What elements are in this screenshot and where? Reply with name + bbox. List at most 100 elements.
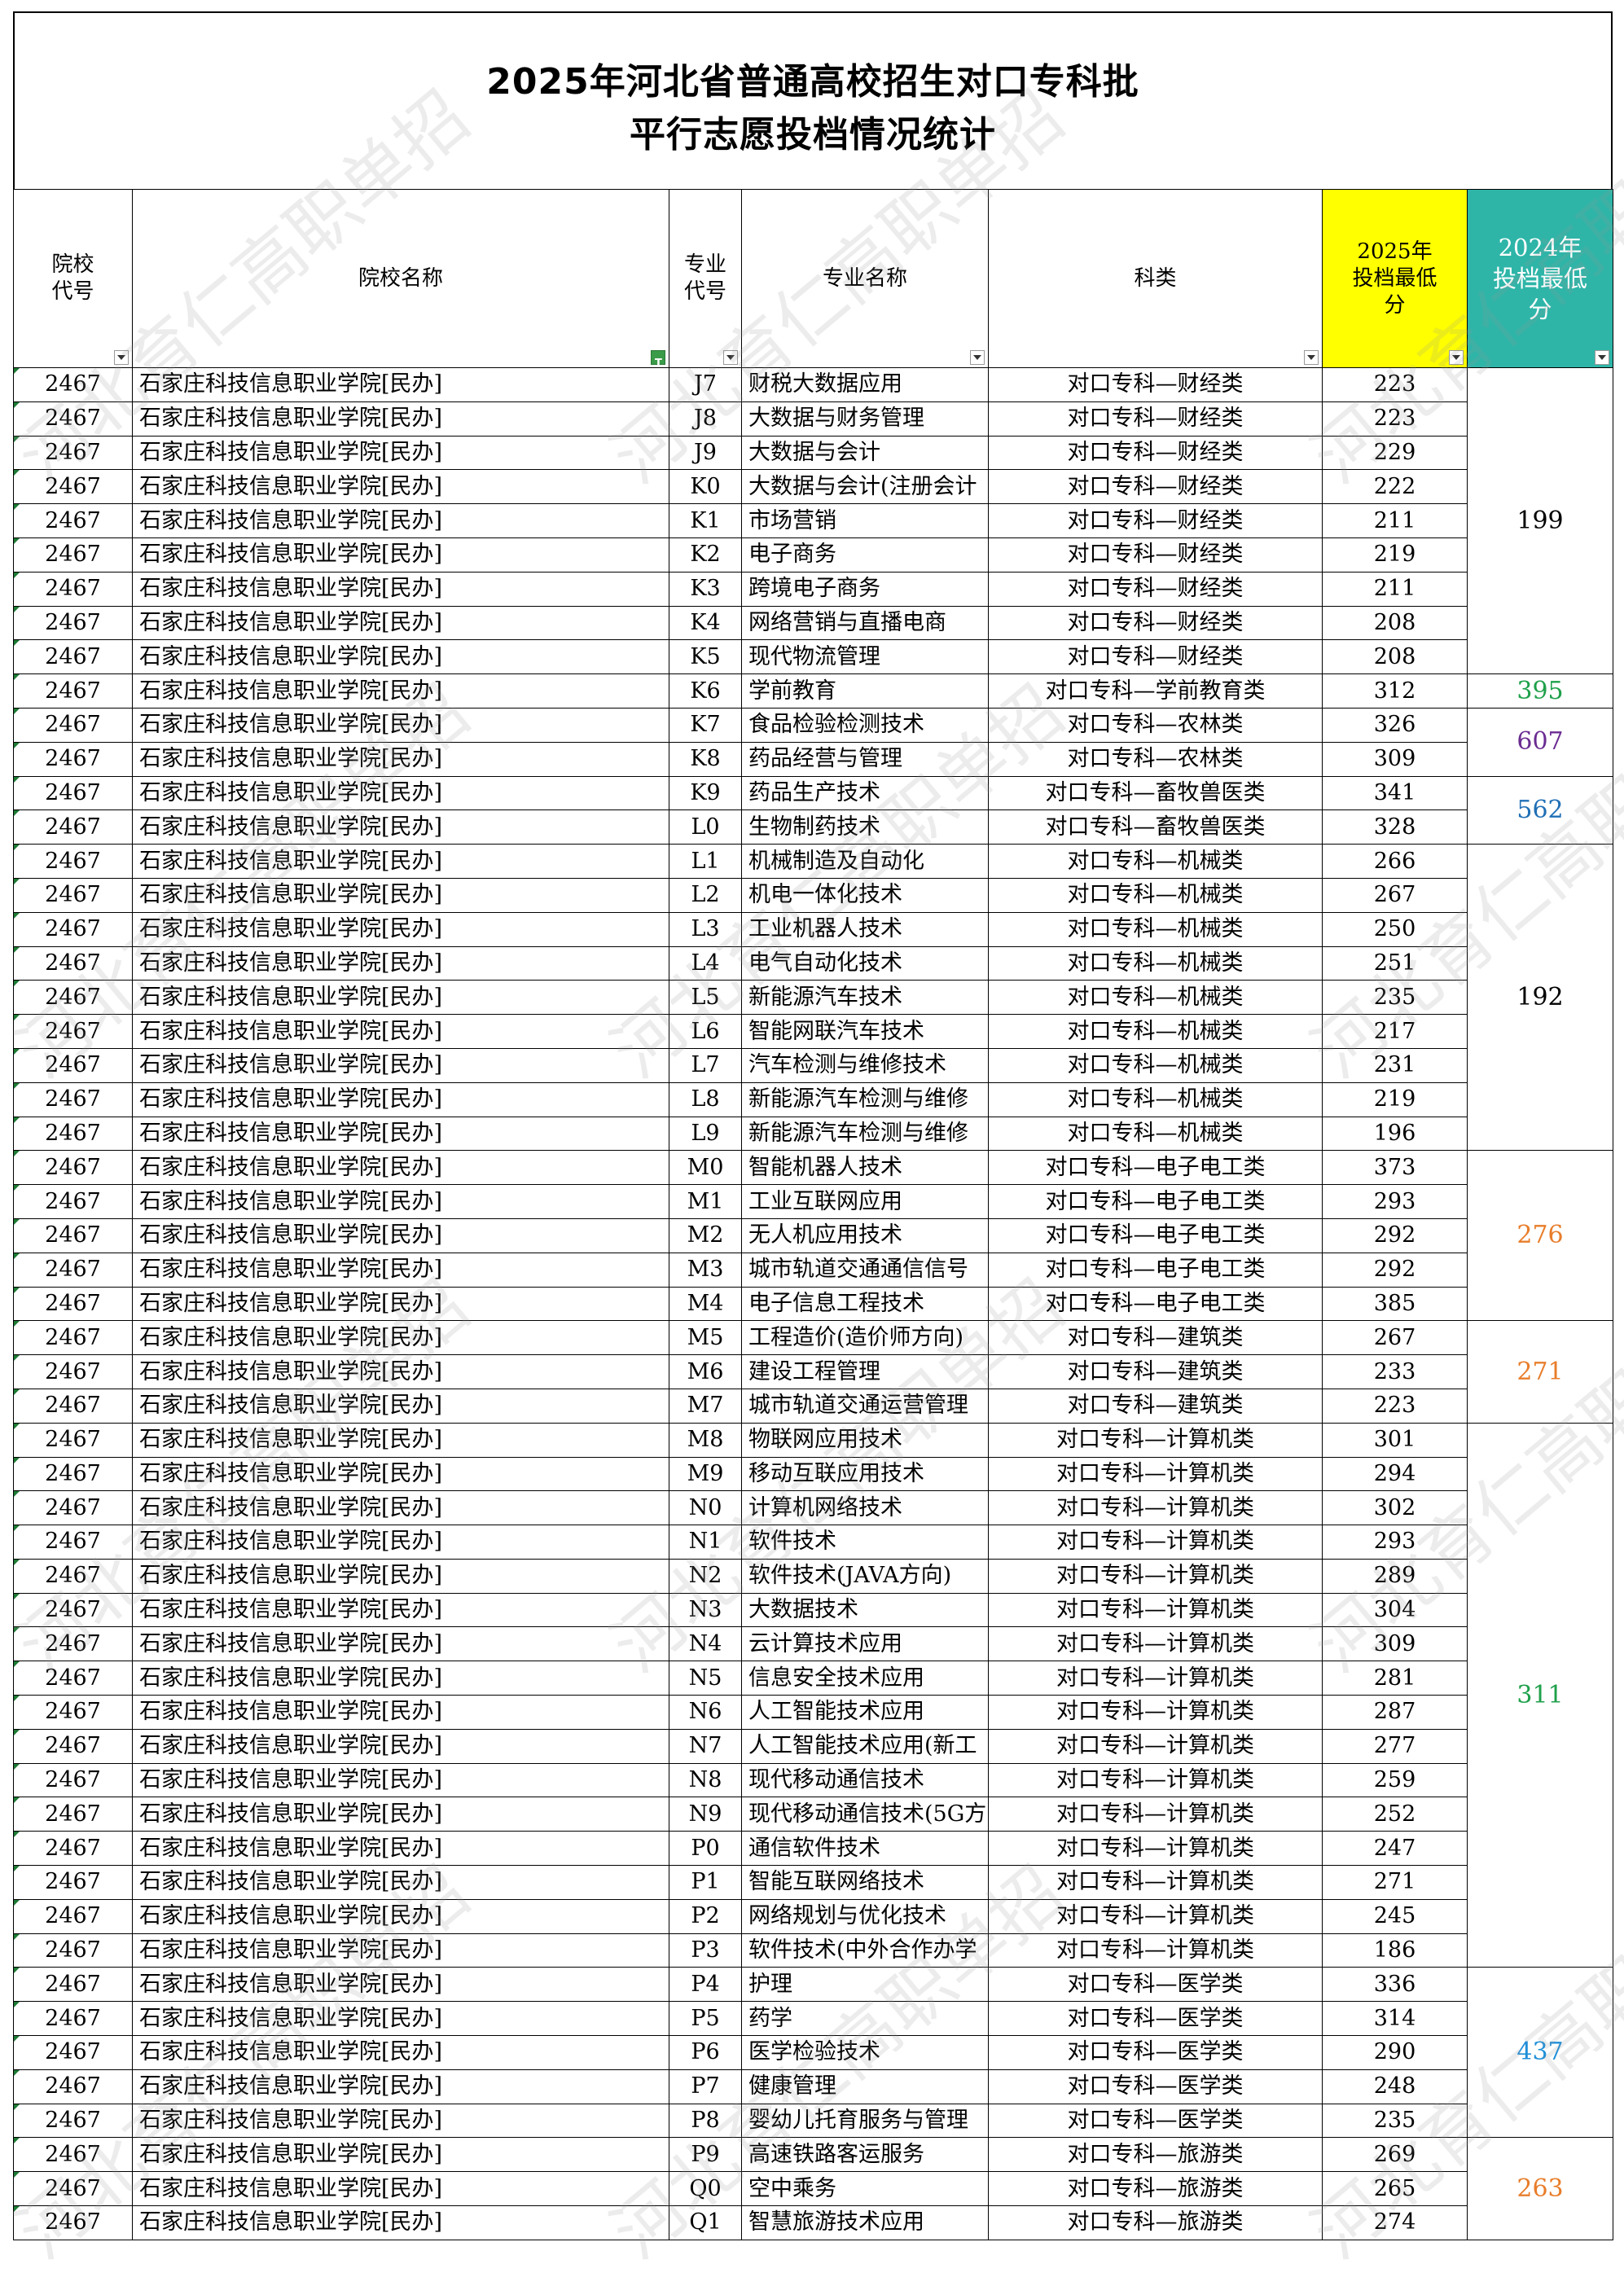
major-code-cell[interactable]: P7 <box>669 2069 742 2104</box>
school-code-cell[interactable]: 2467 <box>13 1933 133 1968</box>
table-row[interactable]: 2467 石家庄科技信息职业学院[民办] P5 药学 对口专科—医学类 314 <box>13 2001 1613 2037</box>
category-cell[interactable]: 对口专科—旅游类 <box>988 2205 1323 2240</box>
score-2025-cell[interactable]: 269 <box>1322 2137 1468 2173</box>
school-name-cell[interactable]: 石家庄科技信息职业学院[民办] <box>132 1898 669 1934</box>
table-row[interactable]: 2467 石家庄科技信息职业学院[民办] N1 软件技术 对口专科—计算机类 293 <box>13 1525 1613 1560</box>
score-2025-cell[interactable]: 292 <box>1322 1217 1468 1253</box>
category-cell[interactable]: 对口专科—学前教育类 <box>988 673 1323 709</box>
school-name-cell[interactable]: 石家庄科技信息职业学院[民办] <box>132 1116 669 1152</box>
category-cell[interactable]: 对口专科—机械类 <box>988 1116 1323 1152</box>
school-code-cell[interactable]: 2467 <box>13 435 133 471</box>
school-code-cell[interactable]: 2467 <box>13 1558 133 1594</box>
school-name-cell[interactable]: 石家庄科技信息职业学院[民办] <box>132 1728 669 1764</box>
score-2025-cell[interactable]: 267 <box>1322 1320 1468 1356</box>
score-2025-cell[interactable]: 304 <box>1322 1592 1468 1628</box>
major-name-cell[interactable]: 婴幼儿托育服务与管理 <box>741 2103 989 2139</box>
category-cell[interactable]: 对口专科—农林类 <box>988 741 1323 777</box>
table-row[interactable]: 2467 石家庄科技信息职业学院[民办] M7 城市轨道交通运营管理 对口专科—建筑类 2… <box>13 1388 1613 1424</box>
category-cell[interactable]: 对口专科—旅游类 <box>988 2137 1323 2173</box>
score-2025-cell[interactable]: 293 <box>1322 1184 1468 1219</box>
category-cell[interactable]: 对口专科—计算机类 <box>988 1422 1323 1458</box>
score-2025-cell[interactable]: 211 <box>1322 503 1468 538</box>
school-name-cell[interactable]: 石家庄科技信息职业学院[民办] <box>132 1081 669 1117</box>
table-row[interactable]: 2467 石家庄科技信息职业学院[民办] P8 婴幼儿托育服务与管理 对口专科—医学类 2… <box>13 2103 1613 2139</box>
school-code-cell[interactable]: 2467 <box>13 1728 133 1764</box>
table-row[interactable]: 2467 石家庄科技信息职业学院[民办] L5 新能源汽车技术 对口专科—机械类 235 <box>13 980 1613 1016</box>
school-name-cell[interactable]: 石家庄科技信息职业学院[民办] <box>132 2001 669 2037</box>
category-cell[interactable]: 对口专科—计算机类 <box>988 1490 1323 1526</box>
major-name-cell[interactable]: 大数据技术 <box>741 1592 989 1628</box>
school-name-cell[interactable]: 石家庄科技信息职业学院[民办] <box>132 2069 669 2104</box>
score-2025-cell[interactable]: 229 <box>1322 435 1468 471</box>
major-code-cell[interactable]: P1 <box>669 1865 742 1900</box>
school-name-cell[interactable]: 石家庄科技信息职业学院[民办] <box>132 1797 669 1832</box>
score-2025-cell[interactable]: 302 <box>1322 1490 1468 1526</box>
filter-dropdown-icon[interactable] <box>970 350 985 365</box>
school-name-cell[interactable]: 石家庄科技信息职业学院[民办] <box>132 1661 669 1696</box>
score-2025-cell[interactable]: 292 <box>1322 1252 1468 1288</box>
school-code-cell[interactable]: 2467 <box>13 1150 133 1186</box>
major-code-cell[interactable]: L2 <box>669 877 742 913</box>
score-2024-cell[interactable]: 271 <box>1467 1320 1613 1424</box>
category-cell[interactable]: 对口专科—建筑类 <box>988 1320 1323 1356</box>
major-code-cell[interactable]: L8 <box>669 1081 742 1117</box>
school-name-cell[interactable]: 石家庄科技信息职业学院[民办] <box>132 537 669 573</box>
school-name-cell[interactable]: 石家庄科技信息职业学院[民办] <box>132 1252 669 1288</box>
table-row[interactable]: 2467 石家庄科技信息职业学院[民办] J9 大数据与会计 对口专科—财经类 229 <box>13 435 1613 471</box>
major-code-cell[interactable]: P3 <box>669 1933 742 1968</box>
category-cell[interactable]: 对口专科—财经类 <box>988 469 1323 505</box>
major-name-cell[interactable]: 物联网应用技术 <box>741 1422 989 1458</box>
school-name-cell[interactable]: 石家庄科技信息职业学院[民办] <box>132 1320 669 1356</box>
major-name-cell[interactable]: 软件技术 <box>741 1525 989 1560</box>
score-2025-cell[interactable]: 245 <box>1322 1898 1468 1934</box>
table-row[interactable]: 2467 石家庄科技信息职业学院[民办] K3 跨境电子商务 对口专科—财经类 211 <box>13 571 1613 607</box>
major-name-cell[interactable]: 现代移动通信技术(5G方 <box>741 1797 989 1832</box>
school-code-cell[interactable]: 2467 <box>13 1865 133 1900</box>
major-name-cell[interactable]: 汽车检测与维修技术 <box>741 1047 989 1083</box>
category-cell[interactable]: 对口专科—财经类 <box>988 605 1323 641</box>
major-code-cell[interactable]: M7 <box>669 1388 742 1424</box>
school-code-cell[interactable]: 2467 <box>13 1422 133 1458</box>
major-code-cell[interactable]: L9 <box>669 1116 742 1152</box>
filter-dropdown-icon[interactable] <box>1304 350 1319 365</box>
major-code-cell[interactable]: L1 <box>669 844 742 879</box>
major-code-cell[interactable]: J9 <box>669 435 742 471</box>
school-code-cell[interactable]: 2467 <box>13 1184 133 1219</box>
score-2025-cell[interactable]: 289 <box>1322 1558 1468 1594</box>
category-cell[interactable]: 对口专科—财经类 <box>988 537 1323 573</box>
school-code-cell[interactable]: 2467 <box>13 503 133 538</box>
category-cell[interactable]: 对口专科—农林类 <box>988 707 1323 743</box>
major-code-cell[interactable]: J7 <box>669 367 742 402</box>
table-row[interactable]: 2467 石家庄科技信息职业学院[民办] M4 电子信息工程技术 对口专科—电子电工类 3… <box>13 1286 1613 1322</box>
major-name-cell[interactable]: 生物制药技术 <box>741 809 989 845</box>
table-row[interactable]: 2467 石家庄科技信息职业学院[民办] N2 软件技术(JAVA方向) 对口专科—计算… <box>13 1558 1613 1594</box>
school-name-cell[interactable]: 石家庄科技信息职业学院[民办] <box>132 1150 669 1186</box>
major-name-cell[interactable]: 药学 <box>741 2001 989 2037</box>
score-2025-cell[interactable]: 217 <box>1322 1014 1468 1049</box>
major-name-cell[interactable]: 智能网联汽车技术 <box>741 1014 989 1049</box>
score-2025-cell[interactable]: 231 <box>1322 1047 1468 1083</box>
category-cell[interactable]: 对口专科—畜牧兽医类 <box>988 809 1323 845</box>
school-code-cell[interactable]: 2467 <box>13 1592 133 1628</box>
filter-dropdown-icon[interactable] <box>1595 350 1609 365</box>
score-2025-cell[interactable]: 385 <box>1322 1286 1468 1322</box>
category-cell[interactable]: 对口专科—财经类 <box>988 367 1323 402</box>
score-2025-cell[interactable]: 211 <box>1322 571 1468 607</box>
major-name-cell[interactable]: 工业互联网应用 <box>741 1184 989 1219</box>
major-code-cell[interactable]: N4 <box>669 1626 742 1662</box>
category-cell[interactable]: 对口专科—电子电工类 <box>988 1217 1323 1253</box>
category-cell[interactable]: 对口专科—医学类 <box>988 2103 1323 2139</box>
school-name-cell[interactable]: 石家庄科技信息职业学院[民办] <box>132 707 669 743</box>
score-2024-cell[interactable]: 562 <box>1467 775 1613 845</box>
major-name-cell[interactable]: 现代物流管理 <box>741 639 989 675</box>
score-2024-cell[interactable]: 607 <box>1467 707 1613 777</box>
major-code-cell[interactable]: L7 <box>669 1047 742 1083</box>
category-cell[interactable]: 对口专科—电子电工类 <box>988 1150 1323 1186</box>
school-code-cell[interactable]: 2467 <box>13 2035 133 2070</box>
category-cell[interactable]: 对口专科—机械类 <box>988 945 1323 981</box>
score-2025-cell[interactable]: 328 <box>1322 809 1468 845</box>
category-cell[interactable]: 对口专科—计算机类 <box>988 1933 1323 1968</box>
school-code-cell[interactable]: 2467 <box>13 1762 133 1798</box>
table-row[interactable]: 2467 石家庄科技信息职业学院[民办] P9 高速铁路客运服务 对口专科—旅游类 269… <box>13 2137 1613 2240</box>
major-code-cell[interactable]: K6 <box>669 673 742 709</box>
